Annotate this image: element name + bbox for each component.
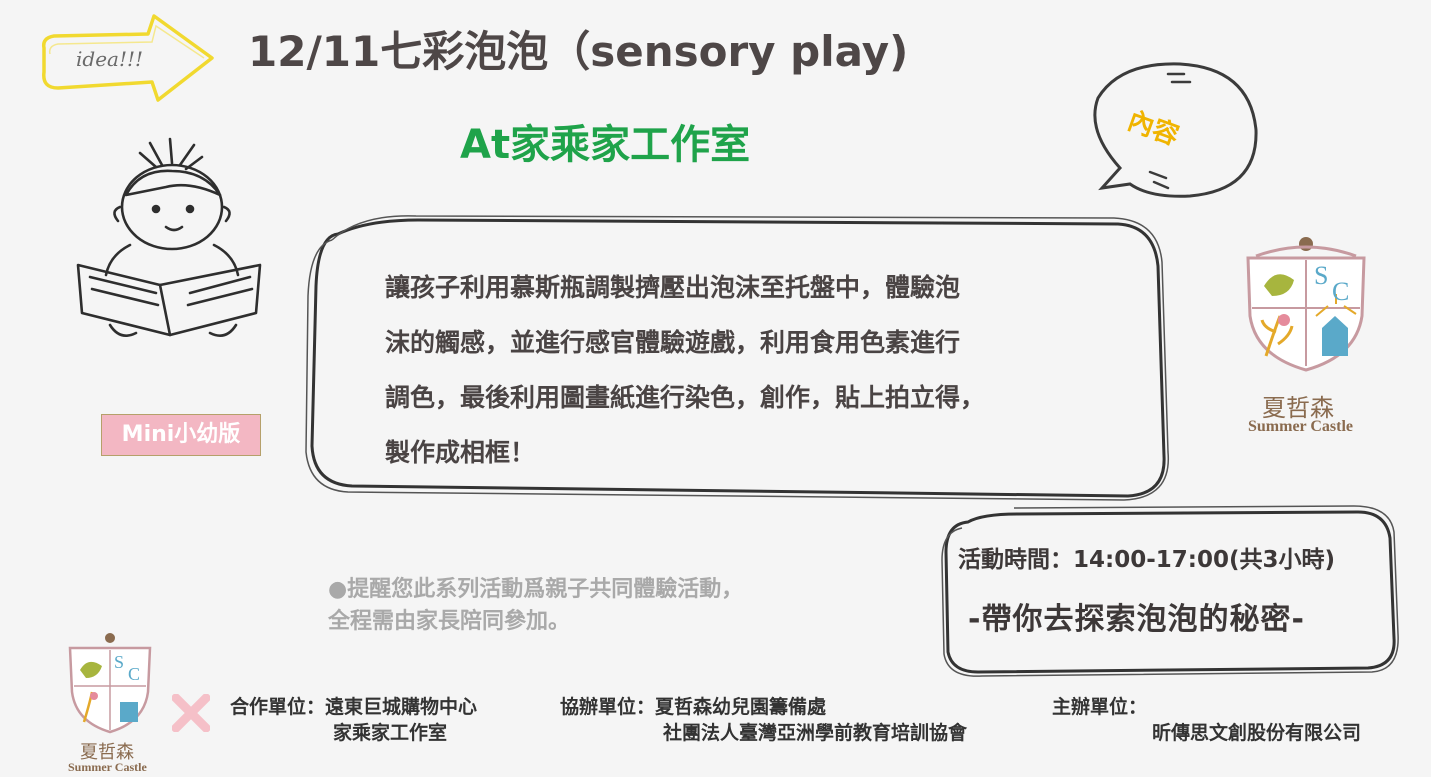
description-line-2: 沫的觸感，並進行感官體驗遊戲，利用食用色素進行 (385, 328, 961, 357)
schedule-frame (941, 505, 1399, 677)
description-line-3: 調色，最後利用圖畫紙進行染色，創作，貼上拍立得， (385, 383, 986, 412)
reading-child-illustration (76, 137, 262, 337)
footer-partner: 合作單位：遠東巨城購物中心 家乘家工作室 (230, 694, 477, 746)
monogram-c-small: C (128, 664, 140, 684)
page-title: 12/11七彩泡泡（sensory play) (248, 27, 909, 76)
summer-castle-crest-small-icon: S C (68, 633, 152, 734)
activity-description: 讓孩子利用慕斯瓶調製擠壓出泡沫至托盤中，體驗泡 沫的觸感，並進行感官體驗遊戲，利… (385, 260, 1125, 480)
organizer-line-2: 昕傳思文創股份有限公司 (1152, 722, 1362, 744)
coorganizer-label: 協辦單位：夏哲森幼兒園籌備處 (560, 696, 827, 718)
reminder-line-2: 全程需由家長陪同參加。 (328, 609, 571, 634)
monogram-c: C (1332, 277, 1349, 306)
parent-reminder: ●提醒您此系列活動爲親子共同體驗活動， 全程需由家長陪同參加。 (328, 574, 743, 638)
brand-name-en-small: Summer Castle (68, 760, 147, 774)
organizer-label: 主辦單位： (1052, 696, 1148, 718)
footer-organizer: 主辦單位： 昕傳思文創股份有限公司 (1052, 694, 1361, 746)
summer-castle-crest-icon: S C (1246, 237, 1366, 372)
idea-arrow-icon: idea!!! (41, 14, 214, 102)
mini-class-badge: Mini小幼版 (101, 414, 261, 456)
venue-title: At家乘家工作室 (460, 122, 751, 168)
activity-time: 活動時間：14:00-17:00(共3小時) (958, 547, 1335, 573)
activity-tagline: -帶你去探索泡泡的秘密- (968, 602, 1305, 637)
partner-line-2: 家乘家工作室 (333, 722, 448, 744)
coorganizer-line-2: 社團法人臺灣亞洲學前教育培訓協會 (663, 722, 968, 744)
monogram-s-small: S (114, 652, 124, 672)
partner-label: 合作單位：遠東巨城購物中心 (230, 696, 478, 718)
description-line-4: 製作成相框！ (385, 438, 536, 467)
reminder-line-1: ●提醒您此系列活動爲親子共同體驗活動， (328, 577, 744, 602)
collaboration-cross-icon (172, 694, 210, 732)
description-line-1: 讓孩子利用慕斯瓶調製擠壓出泡沫至托盤中，體驗泡 (385, 273, 961, 302)
footer-coorganizer: 協辦單位：夏哲森幼兒園籌備處 社團法人臺灣亞洲學前教育培訓協會 (560, 694, 967, 746)
idea-label: idea!!! (76, 47, 143, 71)
monogram-s: S (1314, 261, 1328, 290)
brand-name-en: Summer Castle (1248, 418, 1354, 435)
